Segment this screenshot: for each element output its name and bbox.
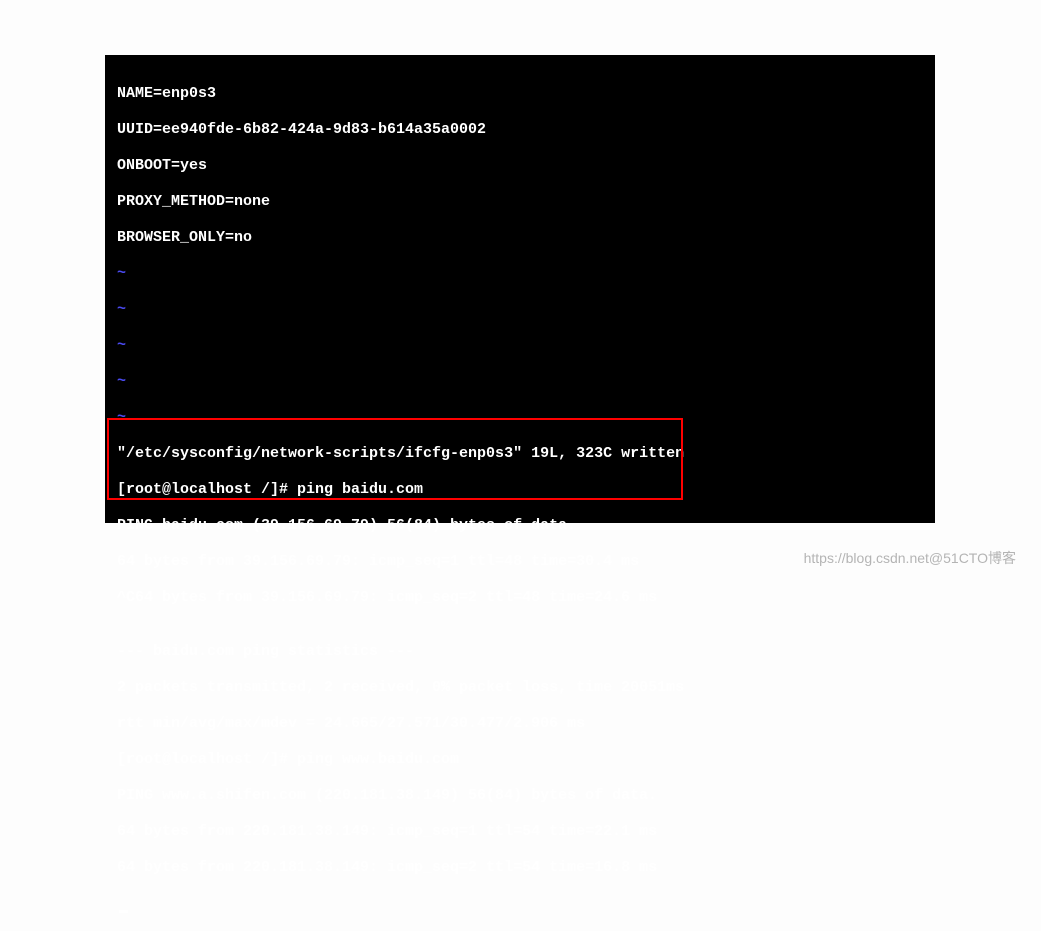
ping2-reply1: 64 bytes from 220.181.38.149: icmp_seq=1… <box>117 823 935 841</box>
ping1-header: PING baidu.com (39.156.69.79) 56(84) byt… <box>117 517 935 535</box>
vi-tilde: ~ <box>117 265 935 283</box>
shell-prompt-ping2: [root@localhost /]# ping www.baidu.com <box>117 751 935 769</box>
ping1-stats-line2: rtt min/avg/max/mdev = 24.665/27.571/30.… <box>117 715 935 733</box>
cursor-icon <box>119 910 128 913</box>
cursor-line <box>117 895 935 913</box>
file-saved-msg: "/etc/sysconfig/network-scripts/ifcfg-en… <box>117 445 935 463</box>
ping2-reply2: 64 bytes from 220.181.38.149: icmp_seq=2… <box>117 859 935 877</box>
cfg-uuid: UUID=ee940fde-6b82-424a-9d83-b614a35a000… <box>117 121 935 139</box>
ping1-reply2: ^C64 bytes from 39.156.69.79: icmp_seq=2… <box>117 589 935 607</box>
vi-tilde: ~ <box>117 337 935 355</box>
watermark-text: https://blog.csdn.net@51CTO博客 <box>804 548 1016 568</box>
vi-tilde: ~ <box>117 373 935 391</box>
ping1-stats-line1: 2 packets transmitted, 2 received, 0% pa… <box>117 679 935 697</box>
cfg-onboot: ONBOOT=yes <box>117 157 935 175</box>
terminal-window[interactable]: NAME=enp0s3 UUID=ee940fde-6b82-424a-9d83… <box>105 55 935 523</box>
cfg-proxy: PROXY_METHOD=none <box>117 193 935 211</box>
vi-tilde: ~ <box>117 409 935 427</box>
shell-prompt-ping1: [root@localhost /]# ping baidu.com <box>117 481 935 499</box>
ping2-header: PING www.a.shifen.com (220.181.38.149) 5… <box>117 787 935 805</box>
cfg-browser: BROWSER_ONLY=no <box>117 229 935 247</box>
vi-tilde: ~ <box>117 301 935 319</box>
cfg-name: NAME=enp0s3 <box>117 85 935 103</box>
ping1-stats-header: --- baidu.com ping statistics --- <box>117 643 935 661</box>
